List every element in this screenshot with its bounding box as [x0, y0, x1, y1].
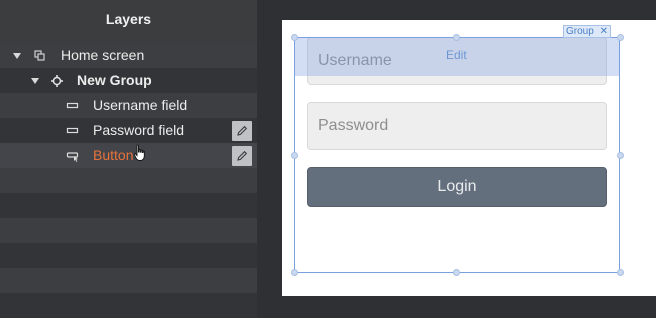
layer-label: Button: [93, 147, 134, 163]
group-selection-box[interactable]: [294, 37, 620, 273]
group-tag[interactable]: Group ✕: [563, 25, 611, 38]
layer-label: Password field: [93, 122, 185, 138]
empty-layer-row: [0, 293, 257, 318]
resize-handle-top-right[interactable]: [617, 34, 624, 41]
expand-caret-icon[interactable]: [13, 53, 21, 59]
empty-layer-row: [0, 168, 257, 193]
layer-item-button[interactable]: Button: [0, 143, 257, 168]
layer-item-home-screen[interactable]: Home screen: [0, 43, 257, 68]
layer-item-username-field[interactable]: Username field: [0, 93, 257, 118]
empty-layer-row: [0, 268, 257, 293]
layers-panel-title: Layers: [105, 11, 152, 27]
layers-panel: Layers Home screen New Group Username fi…: [0, 0, 257, 318]
close-icon[interactable]: ✕: [600, 26, 608, 37]
pencil-edit-button[interactable]: [232, 121, 252, 141]
layer-item-password-field[interactable]: Password field: [0, 118, 257, 143]
group-icon: [51, 75, 63, 87]
screen-icon: [34, 50, 45, 61]
layer-item-new-group[interactable]: New Group: [0, 68, 257, 93]
pencil-icon: [237, 150, 248, 161]
empty-layer-row: [0, 243, 257, 268]
resize-handle-middle-left[interactable]: [291, 152, 298, 159]
resize-handle-bottom-left[interactable]: [291, 269, 298, 276]
resize-handle-top-left[interactable]: [291, 34, 298, 41]
pencil-icon: [237, 125, 248, 136]
group-tag-label: Group: [566, 26, 594, 37]
input-icon: [66, 102, 79, 109]
button-icon: [66, 152, 79, 162]
empty-layer-row: [0, 193, 257, 218]
resize-handle-bottom-center[interactable]: [453, 269, 460, 276]
empty-layer-row: [0, 218, 257, 243]
expand-caret-icon[interactable]: [31, 78, 39, 84]
resize-handle-top-center[interactable]: [453, 34, 460, 41]
layer-label: New Group: [77, 72, 152, 88]
input-icon: [66, 127, 79, 134]
layer-label: Home screen: [61, 47, 145, 63]
hand-pointer-cursor-icon: [133, 144, 145, 161]
layer-label: Username field: [93, 97, 188, 113]
resize-handle-bottom-right[interactable]: [617, 269, 624, 276]
pencil-edit-button[interactable]: [232, 146, 252, 166]
resize-handle-middle-right[interactable]: [617, 152, 624, 159]
